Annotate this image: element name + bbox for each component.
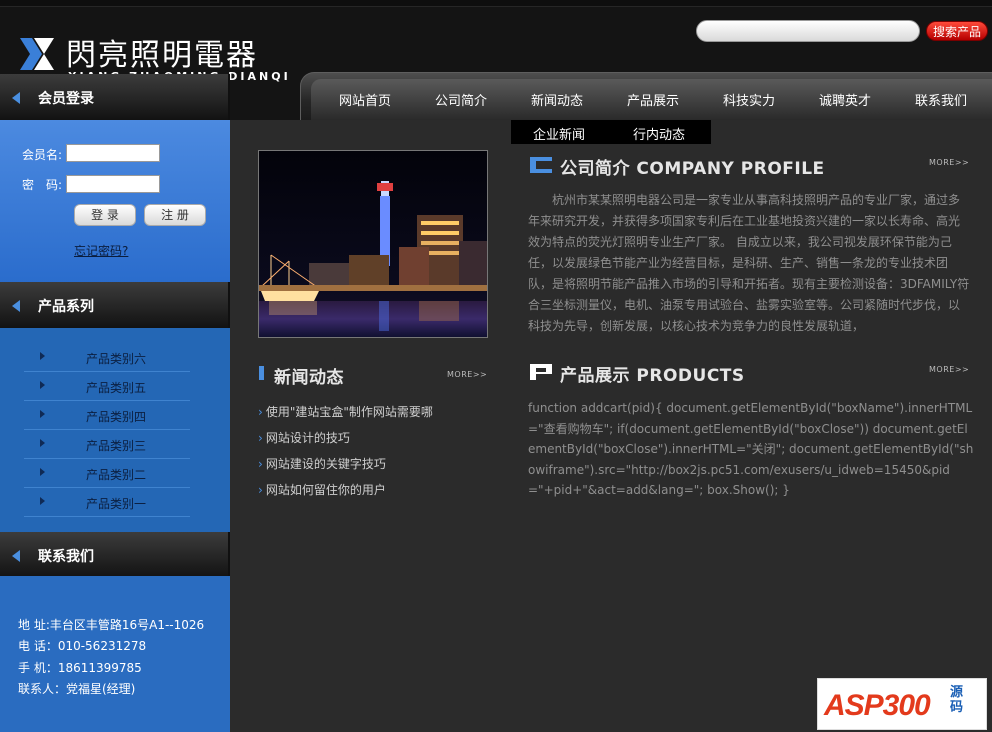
news-item-title[interactable]: 使用"建站宝盒"制作网站需要哪 <box>266 405 433 419</box>
company-more-link[interactable]: MORE>> <box>929 158 969 167</box>
product-category-item[interactable]: 产品类别一 <box>24 488 190 517</box>
contact-address: 地 址:丰台区丰管路16号A1--1026 <box>18 618 205 632</box>
submenu-item-industry-news[interactable]: 行内动态 <box>633 124 685 143</box>
products-title: 产品系列 <box>38 299 94 315</box>
product-category-item[interactable]: 产品类别三 <box>24 430 190 459</box>
arrow-left-icon <box>12 550 20 562</box>
watermark-logo-suffix: 源码 <box>950 685 964 715</box>
username-input[interactable] <box>66 144 160 162</box>
contact-phone: 电 话：010-56231278 <box>18 639 147 653</box>
product-category-item[interactable]: 产品类别四 <box>24 401 190 430</box>
chevron-right-icon: › <box>258 431 263 445</box>
logo-icon <box>20 38 54 70</box>
nav-item-home[interactable]: 网站首页 <box>339 90 391 109</box>
news-list-item[interactable]: › 网站建设的关键字技巧 <box>258 455 386 472</box>
section-bullet-icon <box>530 364 552 380</box>
asp300-watermark-logo[interactable]: ASP300 源码 <box>817 678 987 730</box>
news-more-link[interactable]: MORE>> <box>447 370 487 379</box>
forgot-password-link[interactable]: 忘记密码? <box>74 242 128 259</box>
header-top-strip <box>0 0 992 7</box>
username-label: 会员名: <box>22 148 63 162</box>
caret-right-icon <box>40 381 45 389</box>
main-nav: 网站首页 公司简介 新闻动态 产品展示 科技实力 诚聘英才 联系我们 <box>300 72 992 120</box>
product-category-label[interactable]: 产品类别二 <box>86 466 146 483</box>
product-category-item[interactable]: 产品类别二 <box>24 459 190 488</box>
news-item-title[interactable]: 网站如何留住你的用户 <box>266 483 386 497</box>
nav-item-contact[interactable]: 联系我们 <box>915 90 967 109</box>
night-harbor-image <box>259 151 487 337</box>
company-profile-title: 公司简介 COMPANY PROFILE <box>560 159 825 179</box>
product-category-label[interactable]: 产品类别五 <box>86 379 146 396</box>
contact-person: 联系人：党福星(经理) <box>18 682 136 696</box>
chevron-right-icon: › <box>258 483 263 497</box>
section-bullet-icon <box>530 157 552 173</box>
password-label: 密 码: <box>22 178 63 192</box>
login-title: 会员登录 <box>38 91 94 107</box>
caret-right-icon <box>40 439 45 447</box>
news-list-item[interactable]: › 使用"建站宝盒"制作网站需要哪 <box>258 403 433 420</box>
login-panel-title: 会员登录 <box>0 74 230 120</box>
contact-panel-title: 联系我们 <box>0 532 230 578</box>
product-category-item[interactable]: 产品类别六 <box>24 343 190 372</box>
nav-item-technology[interactable]: 科技实力 <box>723 90 775 109</box>
news-submenu: 企业新闻 行内动态 <box>511 120 711 144</box>
news-list-item[interactable]: › 网站如何留住你的用户 <box>258 481 386 498</box>
products-more-link[interactable]: MORE>> <box>929 365 969 374</box>
caret-right-icon <box>40 468 45 476</box>
contact-mobile: 手 机：18611399785 <box>18 661 142 675</box>
chevron-right-icon: › <box>258 457 263 471</box>
nav-item-news[interactable]: 新闻动态 <box>531 90 583 109</box>
product-category-label[interactable]: 产品类别六 <box>86 350 146 367</box>
caret-right-icon <box>40 497 45 505</box>
arrow-left-icon <box>12 300 20 312</box>
sidebar: 会员登录 会员名: 密 码: 登 录 注 册 忘记密码? 产品系列 产品类别六 … <box>0 74 230 732</box>
product-category-item[interactable]: 产品类别五 <box>24 372 190 401</box>
news-title-bullet-icon <box>259 366 264 380</box>
chevron-right-icon: › <box>258 405 263 419</box>
company-profile-text: 杭州市某某照明电器公司是一家专业从事高科技照明产品的专业厂家，通过多年来研究开发… <box>528 193 970 333</box>
product-category-label[interactable]: 产品类别四 <box>86 408 146 425</box>
search-input[interactable] <box>696 20 920 42</box>
arrow-left-icon <box>12 92 20 104</box>
caret-right-icon <box>40 352 45 360</box>
product-category-label[interactable]: 产品类别一 <box>86 495 146 512</box>
password-input[interactable] <box>66 175 160 193</box>
login-panel: 会员名: 密 码: 登 录 注 册 忘记密码? <box>0 120 230 284</box>
night-harbor-photo <box>258 150 488 338</box>
news-item-title[interactable]: 网站设计的技巧 <box>266 431 350 445</box>
submenu-item-company-news[interactable]: 企业新闻 <box>533 124 585 143</box>
search-button[interactable]: 搜索产品 <box>926 21 988 41</box>
products-section-text: function addcart(pid){ document.getEleme… <box>528 401 974 497</box>
product-category-label[interactable]: 产品类别三 <box>86 437 146 454</box>
news-title: 新闻动态 <box>274 368 344 388</box>
nav-item-products[interactable]: 产品展示 <box>627 90 679 109</box>
contact-panel: 地 址:丰台区丰管路16号A1--1026 电 话：010-56231278 手… <box>0 576 230 732</box>
products-section-title: 产品展示 PRODUCTS <box>560 366 745 386</box>
nav-item-about[interactable]: 公司简介 <box>435 90 487 109</box>
watermark-logo-text: ASP300 <box>824 689 931 722</box>
product-category-list: 产品类别六 产品类别五 产品类别四 产品类别三 产品类别二 产品类别一 <box>0 328 230 538</box>
contact-title: 联系我们 <box>38 549 94 565</box>
login-button[interactable]: 登 录 <box>74 204 136 226</box>
brand-name[interactable]: 閃亮照明電器 <box>66 30 258 74</box>
news-item-title[interactable]: 网站建设的关键字技巧 <box>266 457 386 471</box>
nav-item-jobs[interactable]: 诚聘英才 <box>819 90 871 109</box>
products-panel-title: 产品系列 <box>0 282 230 328</box>
caret-right-icon <box>40 410 45 418</box>
news-list-item[interactable]: › 网站设计的技巧 <box>258 429 350 446</box>
register-button[interactable]: 注 册 <box>144 204 206 226</box>
